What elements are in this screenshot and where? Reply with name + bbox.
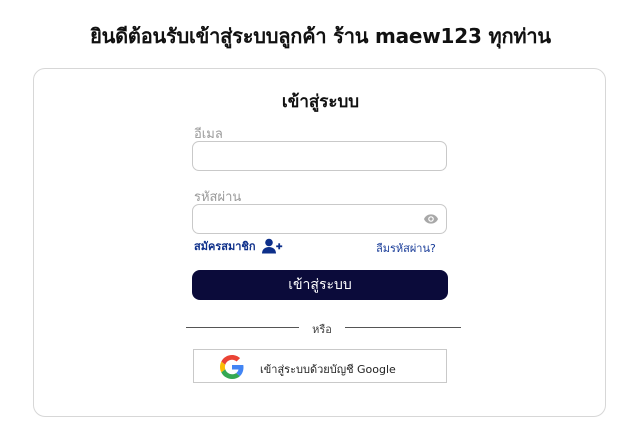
eye-icon[interactable] — [422, 211, 440, 227]
add-user-icon — [261, 238, 282, 254]
signup-label: สมัครสมาชิก — [194, 240, 256, 253]
google-login-label: เข้าสู่ระบบด้วยบัญชี Google — [260, 363, 396, 376]
signup-link[interactable]: สมัครสมาชิก — [194, 237, 283, 255]
google-icon — [220, 355, 244, 379]
forgot-password-link[interactable]: ลืมรหัสผ่าน? — [376, 239, 436, 257]
divider-or: หรือ — [312, 323, 332, 336]
login-title: เข้าสู่ระบบ — [281, 92, 360, 112]
login-button[interactable]: เข้าสู่ระบบ — [192, 270, 448, 300]
google-login-button[interactable]: เข้าสู่ระบบด้วยบัญชี Google — [193, 349, 447, 383]
password-field[interactable] — [192, 204, 447, 234]
email-field[interactable] — [192, 141, 447, 171]
divider-line-right — [345, 327, 461, 328]
login-page: ยินดีต้อนรับเข้าสู่ระบบลูกค้า ร้าน maew1… — [0, 0, 641, 443]
welcome-heading: ยินดีต้อนรับเข้าสู่ระบบลูกค้า ร้าน maew1… — [90, 24, 551, 48]
login-card: เข้าสู่ระบบ อีเมล รหัสผ่าน สมัครสมาชิก ล… — [33, 68, 606, 417]
divider-line-left — [186, 327, 299, 328]
